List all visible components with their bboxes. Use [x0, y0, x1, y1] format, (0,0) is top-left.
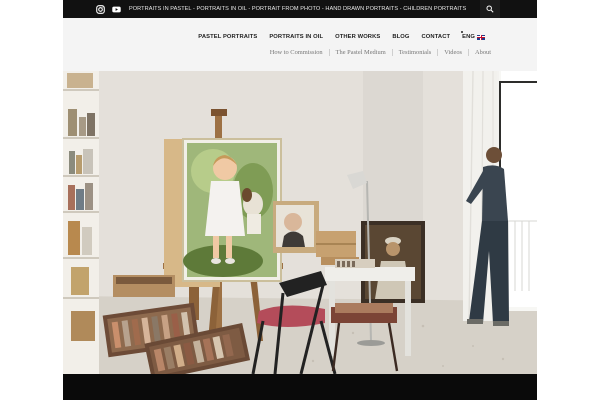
nav-item-contact[interactable]: CONTACT	[422, 34, 451, 40]
top-bar: PORTRAITS IN PASTEL - PORTRAITS IN OIL -…	[63, 0, 537, 18]
primary-nav: PASTEL PORTRAITS PORTRAITS IN OIL OTHER …	[198, 31, 485, 40]
language-indicator-dot	[461, 31, 464, 33]
nav-item-portraits-in-oil[interactable]: PORTRAITS IN OIL	[269, 34, 323, 40]
language-label: ENG	[462, 34, 475, 40]
site-tagline: PORTRAITS IN PASTEL - PORTRAITS IN OIL -…	[129, 6, 467, 12]
social-links	[96, 4, 121, 14]
nav-item-how-to-commission[interactable]: How to Commission	[270, 49, 323, 56]
nav-divider	[468, 49, 470, 56]
nav-divider	[328, 49, 330, 56]
nav-item-pastel-portraits[interactable]: PASTEL PORTRAITS	[198, 34, 257, 40]
bottom-bar	[63, 374, 537, 400]
nav-divider	[437, 49, 439, 56]
nav-item-other-works[interactable]: OTHER WORKS	[335, 34, 380, 40]
uk-flag-icon	[477, 34, 485, 40]
nav-item-videos[interactable]: Videos	[444, 49, 462, 56]
nav-item-blog[interactable]: BLOG	[392, 34, 409, 40]
nav-divider	[391, 49, 393, 56]
nav-item-about[interactable]: About	[475, 49, 491, 56]
language-selector[interactable]: ENG	[461, 31, 485, 40]
instagram-icon[interactable]	[96, 4, 105, 14]
studio-photo	[63, 71, 537, 374]
nav-item-testimonials[interactable]: Testimonials	[399, 49, 432, 56]
search-icon	[486, 5, 494, 13]
search-button[interactable]	[480, 0, 500, 18]
hero-image	[63, 71, 537, 374]
site-header: PASTEL PORTRAITS PORTRAITS IN OIL OTHER …	[63, 18, 537, 71]
page-frame: PORTRAITS IN PASTEL - PORTRAITS IN OIL -…	[63, 0, 537, 400]
youtube-icon[interactable]	[112, 5, 121, 14]
secondary-nav: How to Commission The Pastel Medium Test…	[270, 49, 491, 56]
nav-item-pastel-medium[interactable]: The Pastel Medium	[336, 49, 386, 56]
